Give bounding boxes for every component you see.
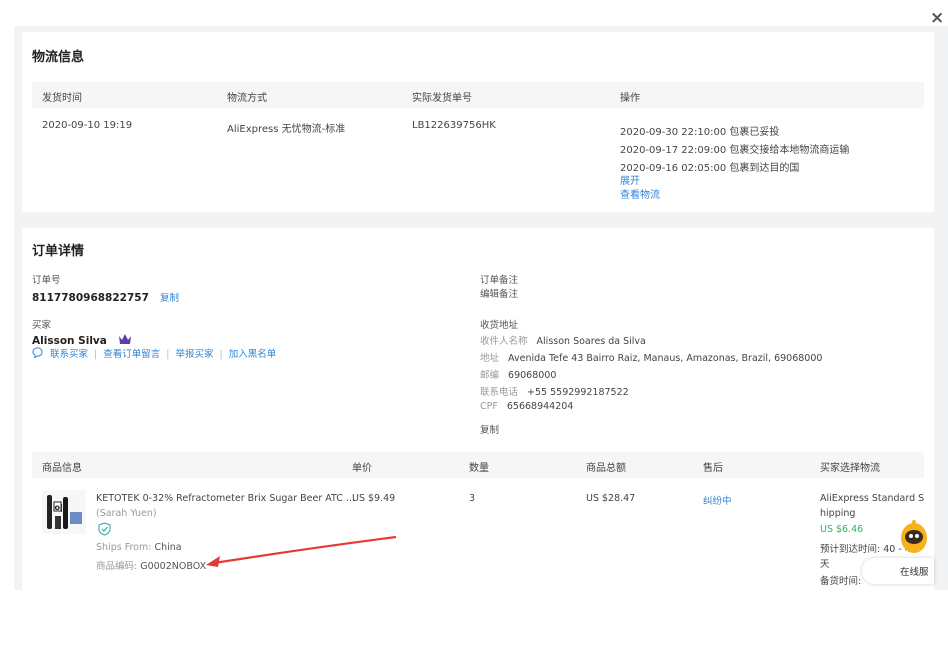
order-no-label: 订单号 <box>32 275 61 286</box>
cpf-value: 65668944204 <box>506 401 574 412</box>
annotation-arrow <box>206 535 397 567</box>
product-variant: (Sarah Yuen) <box>96 508 157 519</box>
order-no-row: 8117780968822757 复制 <box>32 286 179 305</box>
col-product-info: 商品信息 <box>42 463 82 474</box>
ships-from-row: Ships From: China <box>96 542 182 553</box>
col-after-sale: 售后 <box>703 463 723 474</box>
zip-label: 邮编 <box>480 370 500 381</box>
tracking-number: LB122639756HK <box>412 120 496 131</box>
report-buyer-link[interactable]: 举报买家 <box>175 349 213 360</box>
cpf-label: CPF <box>480 401 498 412</box>
order-detail-card: 订单详情 订单号 8117780968822757 复制 买家 Alisson … <box>22 228 934 590</box>
sku-value: G0002NOBOX <box>140 561 207 572</box>
online-service-widget[interactable]: 在线服 <box>862 558 934 584</box>
address-title: 收货地址 <box>480 320 519 331</box>
logistics-table-header: 发货时间 物流方式 实际发货单号 操作 <box>32 82 924 108</box>
col-quantity: 数量 <box>469 463 489 474</box>
view-order-messages-link[interactable]: 查看订单留言 <box>103 349 160 360</box>
shipping-service-cont: hipping <box>820 508 856 519</box>
product-name[interactable]: KETOTEK 0-32% Refractometer Brix Sugar B… <box>96 493 355 504</box>
online-service-label: 在线服 <box>900 567 929 578</box>
view-tracking-link[interactable]: 查看物流 <box>620 186 660 201</box>
chat-bubble-icon <box>32 347 43 359</box>
col-ship-time: 发货时间 <box>42 93 82 104</box>
sku-row: 商品编码: G0002NOBOX <box>96 558 206 572</box>
col-actions: 操作 <box>620 93 640 104</box>
col-tracking-no: 实际发货单号 <box>412 93 472 104</box>
verified-shield-icon <box>98 522 111 536</box>
buyer-actions: 联系买家 | 查看订单留言 | 举报买家 | 加入黑名单 <box>32 346 276 360</box>
logistics-card: 物流信息 发货时间 物流方式 实际发货单号 操作 2020-09-10 19:1… <box>22 32 934 212</box>
ship-time: 2020-09-10 19:19 <box>42 120 133 131</box>
total-amount: US $28.47 <box>586 493 636 504</box>
recipient-label: 收件人名称 <box>480 336 528 347</box>
zip-row: 邮编 69068000 <box>480 367 556 381</box>
expand-link[interactable]: 展开 <box>620 172 640 187</box>
tracking-event: 2020-09-30 22:10:00 包裹已妥投 <box>620 127 780 138</box>
phone-value: +55 5592992187522 <box>527 387 629 398</box>
products-table-header: 商品信息 单价 数量 商品总额 售后 买家选择物流 <box>32 452 924 478</box>
copy-address-link[interactable]: 复制 <box>480 422 499 436</box>
after-sale-status-link[interactable]: 纠纷中 <box>703 493 732 507</box>
estimated-delivery-cont: 天 <box>820 559 830 570</box>
close-icon[interactable]: × <box>930 9 944 27</box>
tracking-event: 2020-09-17 22:09:00 包裹交接给本地物流商运输 <box>620 145 850 156</box>
col-method: 物流方式 <box>227 93 267 104</box>
ships-from-label: Ships From: <box>96 542 152 553</box>
tracking-event: 2020-09-16 02:05:00 包裹到达目的国 <box>620 163 800 174</box>
add-to-blacklist-link[interactable]: 加入黑名单 <box>229 349 277 360</box>
order-no: 8117780968822757 <box>32 292 149 304</box>
col-buyer-shipping: 买家选择物流 <box>820 463 880 474</box>
mascot-icon[interactable] <box>894 516 934 556</box>
crown-icon <box>118 334 131 344</box>
col-total: 商品总额 <box>586 463 626 474</box>
recipient-name: Alisson Soares da Silva <box>536 336 646 347</box>
address-label: 地址 <box>480 353 500 364</box>
recipient-row: 收件人名称 Alisson Soares da Silva <box>480 333 646 347</box>
address-value: Avenida Tefe 43 Bairro Raiz, Manaus, Ama… <box>508 353 823 364</box>
ships-from-value: China <box>154 542 182 553</box>
svg-text:o|: o| <box>55 503 63 512</box>
shipping-service: AliExpress Standard S <box>820 493 925 504</box>
cpf-row: CPF 65668944204 <box>480 401 573 412</box>
phone-row: 联系电话 +55 5592992187522 <box>480 384 629 398</box>
order-detail-panel: 物流信息 发货时间 物流方式 实际发货单号 操作 2020-09-10 19:1… <box>14 26 948 590</box>
sku-label: 商品编码: <box>96 561 138 572</box>
edit-note-link[interactable]: 编辑备注 <box>480 286 518 300</box>
order-detail-title: 订单详情 <box>32 244 85 259</box>
col-unit-price: 单价 <box>352 463 372 474</box>
quantity: 3 <box>469 493 476 504</box>
phone-label: 联系电话 <box>480 387 519 398</box>
copy-order-no-link[interactable]: 复制 <box>160 293 179 304</box>
stock-time: 备货时间: <box>820 576 862 587</box>
address-row: 地址 Avenida Tefe 43 Bairro Raiz, Manaus, … <box>480 350 822 364</box>
shipping-price: US $6.46 <box>820 524 864 535</box>
product-thumbnail[interactable]: o| <box>42 490 86 534</box>
shipping-method: AliExpress 无忧物流-标准 <box>227 124 346 135</box>
unit-price: US $9.49 <box>352 493 396 504</box>
zip-value: 69068000 <box>508 370 557 381</box>
contact-buyer-link[interactable]: 联系买家 <box>50 349 88 360</box>
order-note-label: 订单备注 <box>480 275 519 286</box>
logistics-title: 物流信息 <box>32 50 85 65</box>
